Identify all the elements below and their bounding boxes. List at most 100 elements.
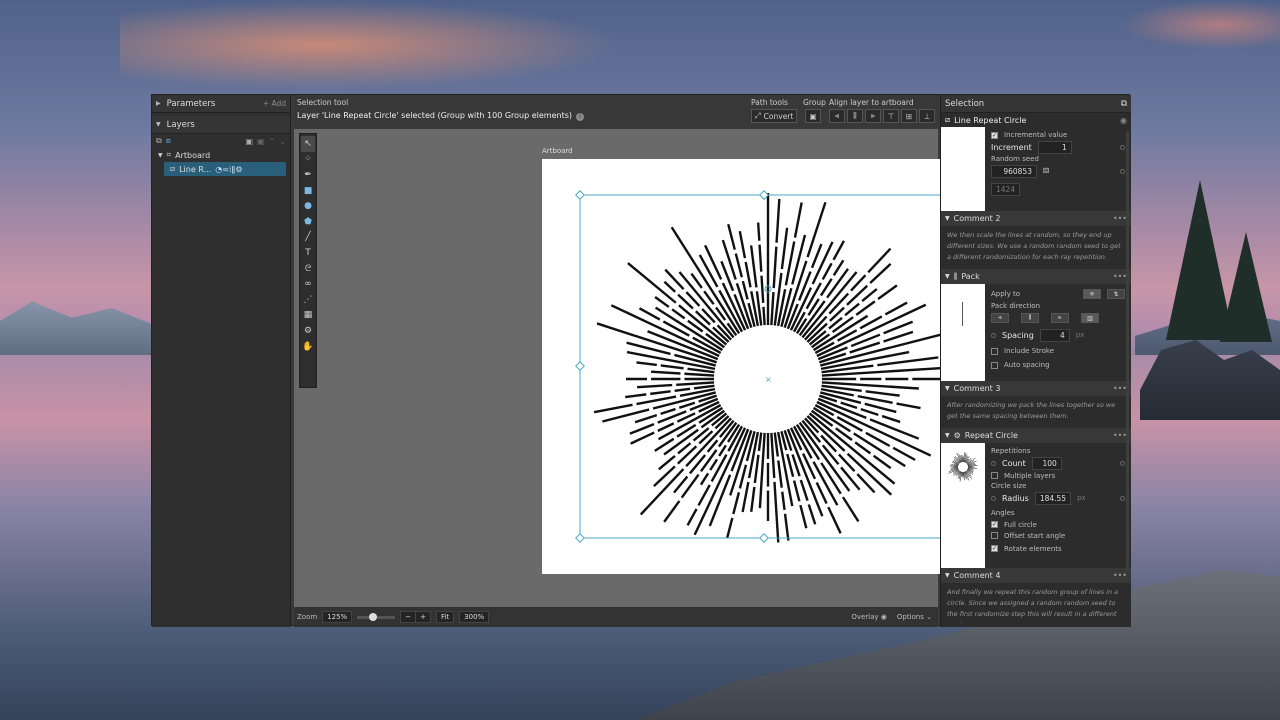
resize-handle[interactable]	[575, 190, 585, 200]
more-icon[interactable]: •••	[1113, 384, 1127, 393]
add-parameter-button[interactable]: + Add	[263, 99, 286, 108]
options-dropdown[interactable]: Options ⌄	[897, 613, 932, 621]
auto-spacing-checkbox[interactable]	[991, 361, 998, 369]
hand-tool-icon[interactable]: ✋	[301, 339, 315, 355]
duplicate-icon[interactable]: ⧉	[156, 136, 162, 146]
zoom-slider[interactable]	[357, 612, 396, 621]
keyframe-dot[interactable]	[1120, 144, 1125, 150]
selection-bounding-box[interactable]	[579, 194, 949, 539]
text-tool-icon[interactable]: T	[301, 245, 315, 261]
align-right-button[interactable]: ⫸	[865, 109, 881, 123]
parameters-header[interactable]: ▶ Parameters + Add	[152, 95, 290, 113]
zoom-300-button[interactable]: 300%	[459, 611, 490, 623]
tree-item-artboard[interactable]: ▼ ⌗ Artboard	[152, 148, 290, 162]
align-center-h-button[interactable]: ⫼	[847, 109, 863, 123]
pack-header[interactable]: ▼ ⫼ Pack •••	[941, 269, 1131, 284]
collapse-icon[interactable]: ▼	[945, 432, 950, 439]
zoom-fit-button[interactable]: Fit	[435, 611, 455, 623]
incremental-value-checkbox[interactable]: ✓	[991, 131, 998, 139]
count-input[interactable]: 100	[1031, 456, 1062, 470]
zoom-in-button[interactable]: +	[415, 611, 431, 623]
include-stroke-checkbox[interactable]	[991, 347, 998, 355]
keyframe-dot[interactable]	[991, 495, 996, 501]
grid-tool-icon[interactable]: ▦	[301, 308, 315, 324]
spacing-input[interactable]: 4	[1039, 328, 1070, 342]
expand-icon[interactable]: ▼	[158, 152, 163, 159]
node-tool-icon[interactable]: ⁘	[301, 152, 315, 168]
ellipse-tool-icon[interactable]: ●	[301, 198, 315, 214]
resize-handle[interactable]	[759, 533, 769, 543]
move-down-icon[interactable]: ⌄	[279, 137, 286, 146]
apply-flow-button[interactable]: ⇅	[1107, 289, 1125, 299]
polygon-tool-icon[interactable]: ⬟	[301, 214, 315, 230]
zoom-input[interactable]: 125%	[322, 611, 353, 623]
more-icon[interactable]: •••	[1113, 571, 1127, 580]
keyframe-dot[interactable]	[1120, 460, 1125, 466]
canvas-area[interactable]: Artboard ×	[294, 129, 988, 607]
group-icon[interactable]: ⧈	[166, 136, 171, 146]
select-tool-icon[interactable]: ↖	[301, 136, 315, 152]
random-seed-input[interactable]: 960853	[991, 164, 1037, 178]
layer-clip-icon[interactable]: ▣	[257, 137, 265, 146]
collapse-icon[interactable]: ▼	[945, 273, 950, 280]
collapse-icon[interactable]: ▼	[945, 215, 950, 222]
keyframe-dot[interactable]	[991, 460, 996, 466]
center-marker[interactable]: ×	[765, 375, 772, 384]
full-circle-checkbox[interactable]: ✓	[991, 521, 998, 528]
more-icon[interactable]: •••	[1113, 272, 1127, 281]
spiral-tool-icon[interactable]: ᘓ	[301, 261, 315, 277]
zoom-out-button[interactable]: −	[400, 611, 417, 623]
resize-handle[interactable]	[575, 361, 585, 371]
comment4-header[interactable]: ▼ Comment 4 •••	[941, 568, 1131, 583]
align-top-button[interactable]: ⊤	[883, 109, 899, 123]
multiple-layers-checkbox[interactable]	[991, 472, 998, 479]
layer-mask-icon[interactable]: ▣	[245, 137, 253, 146]
visibility-icon[interactable]: ◉	[1120, 116, 1127, 125]
zoom-slider-knob[interactable]	[369, 612, 378, 621]
keyframe-dot[interactable]	[1120, 168, 1125, 174]
increment-input[interactable]: 1	[1037, 140, 1072, 154]
repeat-tool-icon[interactable]: ∞	[301, 276, 315, 292]
pack-right-button[interactable]: ⫸	[1051, 313, 1069, 323]
scatter-tool-icon[interactable]: ⋰	[301, 292, 315, 308]
repeat-circle-header[interactable]: ▼ ⚙ Repeat Circle •••	[941, 428, 1131, 443]
align-bottom-button[interactable]: ⊥	[919, 109, 935, 123]
keyframe-dot[interactable]	[1120, 495, 1125, 501]
gear-tool-icon[interactable]: ⚙	[301, 323, 315, 339]
radius-input[interactable]: 184.55	[1034, 491, 1072, 505]
line-tool-icon[interactable]: ╱	[301, 230, 315, 246]
offset-start-checkbox[interactable]	[991, 532, 998, 539]
info-icon[interactable]: i	[576, 113, 585, 121]
group-button[interactable]: ▣	[805, 109, 821, 123]
collapse-icon[interactable]: ▼	[945, 385, 950, 392]
right-panel-scrollbar[interactable]	[1126, 131, 1129, 571]
pack-left-button[interactable]: ⫷	[991, 313, 1009, 323]
tree-item-line-repeat-circle[interactable]: ⧄ Line R... ◔∞⁞ǁ⚙	[164, 162, 286, 176]
layers-header[interactable]: ▼ Layers	[152, 116, 290, 134]
resize-handle[interactable]	[575, 533, 585, 543]
comment3-header[interactable]: ▼ Comment 3 •••	[941, 381, 1131, 396]
rotate-elements-checkbox[interactable]: ✓	[991, 545, 998, 552]
more-icon[interactable]: •••	[1113, 214, 1127, 223]
align-left-button[interactable]: ⫷	[829, 109, 845, 123]
comment2-header[interactable]: ▼ Comment 2 •••	[941, 211, 1131, 226]
line-repeat-circle-artwork[interactable]: ×	[542, 159, 988, 574]
collapse-icon[interactable]: ▼	[945, 572, 950, 579]
offset-start-label: Offset start angle	[1004, 531, 1066, 540]
pack-center-button[interactable]: ⫼	[1021, 313, 1039, 323]
pack-justify-button[interactable]: ▥	[1081, 313, 1099, 323]
overlay-toggle[interactable]: Overlay ◉	[851, 613, 887, 621]
dice-icon[interactable]: ⚄	[1043, 167, 1049, 175]
more-icon[interactable]: •••	[1113, 431, 1127, 440]
pen-tool-icon[interactable]: ✒	[301, 167, 315, 183]
detach-icon[interactable]: ⧉	[1121, 99, 1127, 109]
move-up-icon[interactable]: ⌃	[269, 137, 276, 146]
apply-grid-button[interactable]: ⁜	[1083, 289, 1101, 299]
keyframe-dot[interactable]	[991, 332, 996, 338]
rectangle-tool-icon[interactable]: ■	[301, 183, 315, 199]
selected-layer-name[interactable]: Line Repeat Circle	[954, 116, 1026, 125]
align-middle-v-button[interactable]: ⊞	[901, 109, 917, 123]
convert-button[interactable]: ⤢ Convert	[751, 109, 797, 123]
expand-icon[interactable]: ▼	[156, 121, 161, 128]
collapse-icon[interactable]: ▶	[156, 100, 161, 107]
